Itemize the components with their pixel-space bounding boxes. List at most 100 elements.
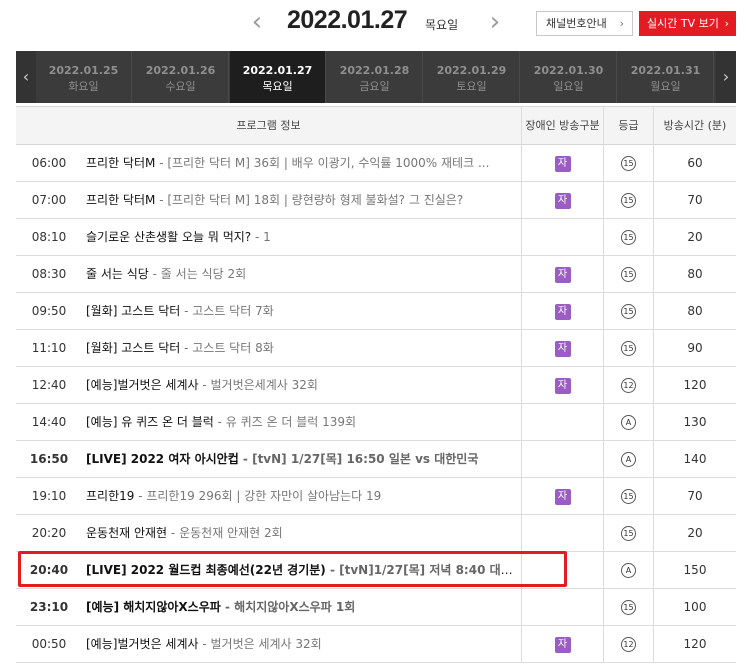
row-rating: A — [603, 441, 653, 478]
program-title[interactable]: 프리한 닥터M — [86, 156, 155, 170]
tab-date[interactable]: 2022.01.31 월요일 — [618, 51, 714, 103]
program-episode: - 프리한19 296회 | 강한 자만이 살아남는다 19 — [134, 489, 382, 503]
program-title[interactable]: [LIVE] 2022 월드컵 최종예선(22년 경기분) — [86, 563, 326, 577]
row-rating: 15 — [603, 182, 653, 219]
tabs-next-icon[interactable]: › — [716, 51, 736, 103]
program-title[interactable]: [예능]벌거벗은 세계사 — [86, 378, 199, 392]
tab-date-label: 2022.01.25 — [48, 64, 119, 77]
program-episode: - 벌거벗은세계사 32회 — [198, 378, 318, 392]
table-row[interactable]: 20:40 [LIVE] 2022 월드컵 최종예선(22년 경기분) - [tv… — [16, 552, 736, 589]
table-row[interactable]: 16:50 [LIVE] 2022 여자 아시안컵 - [tvN] 1/27[목]… — [16, 441, 736, 478]
table-row[interactable]: 06:00 프리한 닥터M - [프리한 닥터 M] 36회 | 배우 이광기, … — [16, 145, 736, 182]
chevron-left-icon[interactable]: ‹ — [246, 8, 268, 36]
program-title[interactable]: [월화] 고스트 닥터 — [86, 304, 180, 318]
row-program[interactable]: 프리한 닥터M - [프리한 닥터 M] 18회 | 량현량하 형제 불화설? … — [86, 182, 520, 219]
column-accessibility: 장애인 방송구분 — [521, 107, 603, 145]
program-episode: - [프리한 닥터 M] 18회 | 량현량하 형제 불화설? 그 진실은? — [155, 193, 464, 207]
table-row[interactable]: 12:40 [예능]벌거벗은 세계사 - 벌거벗은세계사 32회 자 12 120 — [16, 367, 736, 404]
row-duration: 150 — [653, 552, 736, 589]
chevron-right-icon: › — [724, 17, 729, 30]
tab-day-label: 수요일 — [165, 80, 196, 93]
row-program[interactable]: [월화] 고스트 닥터 - 고스트 닥터 7화 — [86, 293, 520, 330]
program-title[interactable]: 운동천재 안재현 — [86, 526, 167, 540]
row-accessibility: 자 — [521, 145, 603, 182]
chevron-right-icon[interactable]: › — [484, 8, 506, 36]
row-program[interactable]: 프리한 닥터M - [프리한 닥터 M] 36회 | 배우 이광기, 수익률 1… — [86, 145, 520, 182]
row-rating: 15 — [603, 256, 653, 293]
table-row[interactable]: 23:10 [예능] 해치지않아X스우파 - 해치지않아X스우파 1회 15 100 — [16, 589, 736, 626]
row-program[interactable]: [예능] 해치지않아X스우파 - 해치지않아X스우파 1회 — [86, 589, 520, 626]
tab-date-label: 2022.01.31 — [630, 64, 701, 77]
program-episode: - 고스트 닥터 8화 — [180, 341, 274, 355]
row-program[interactable]: 슬기로운 산촌생활 오늘 뭐 먹지? - 1 — [86, 219, 520, 256]
row-duration: 140 — [653, 441, 736, 478]
tab-day-label: 일요일 — [553, 80, 584, 93]
row-program[interactable]: [LIVE] 2022 월드컵 최종예선(22년 경기분) - [tvN]1/2… — [86, 552, 520, 589]
row-program[interactable]: 운동천재 안재현 - 운동천재 안재현 2회 — [86, 515, 520, 552]
tab-date[interactable]: 2022.01.30 일요일 — [521, 51, 617, 103]
tab-date-label: 2022.01.26 — [145, 64, 216, 77]
tab-date[interactable]: 2022.01.25 화요일 — [36, 51, 132, 103]
program-episode: - [tvN] 1/27[목] 16:50 일본 vs 대한민국 — [238, 452, 479, 466]
table-row[interactable]: 08:30 줄 서는 식당 - 줄 서는 식당 2회 자 15 80 — [16, 256, 736, 293]
tab-date[interactable]: 2022.01.26 수요일 — [133, 51, 229, 103]
row-time: 11:10 — [31, 341, 67, 355]
column-duration: 방송시간 (분) — [653, 107, 736, 145]
column-rating: 등급 — [603, 107, 653, 145]
program-title[interactable]: 프리한 닥터M — [86, 193, 155, 207]
table-row[interactable]: 00:50 [예능]벌거벗은 세계사 - 벌거벗은 세계사 32회 자 12 120 — [16, 626, 736, 663]
row-time: 00:50 — [31, 637, 67, 651]
table-row[interactable]: 08:10 슬기로운 산촌생활 오늘 뭐 먹지? - 1 15 20 — [16, 219, 736, 256]
table-row[interactable]: 20:20 운동천재 안재현 - 운동천재 안재현 2회 15 20 — [16, 515, 736, 552]
tab-day-label: 화요일 — [68, 80, 99, 93]
program-episode: - 줄 서는 식당 2회 — [148, 267, 247, 281]
channel-guide-label: 채널번호안내 — [546, 17, 607, 30]
tab-day-label: 금요일 — [359, 80, 390, 93]
rating-icon: A — [621, 452, 636, 467]
program-title[interactable]: 프리한19 — [86, 489, 134, 503]
row-accessibility — [521, 219, 603, 256]
table-row[interactable]: 19:10 프리한19 - 프리한19 296회 | 강한 자만이 살아남는다 1… — [16, 478, 736, 515]
row-rating: 15 — [603, 145, 653, 182]
channel-guide-button[interactable]: 채널번호안내 › — [536, 11, 633, 36]
table-row[interactable]: 07:00 프리한 닥터M - [프리한 닥터 M] 18회 | 량현량하 형제 … — [16, 182, 736, 219]
row-program[interactable]: [월화] 고스트 닥터 - 고스트 닥터 8화 — [86, 330, 520, 367]
tab-date[interactable]: 2022.01.28 금요일 — [327, 51, 423, 103]
row-accessibility — [521, 552, 603, 589]
row-program[interactable]: 줄 서는 식당 - 줄 서는 식당 2회 — [86, 256, 520, 293]
tab-date-label: 2022.01.29 — [436, 64, 507, 77]
program-episode: - 운동천재 안재현 2회 — [167, 526, 283, 540]
program-title[interactable]: [예능] 유 퀴즈 온 더 블럭 — [86, 415, 214, 429]
row-duration: 70 — [653, 478, 736, 515]
caption-badge-icon: 자 — [554, 192, 571, 209]
row-program[interactable]: [예능] 유 퀴즈 온 더 블럭 - 유 퀴즈 온 더 블럭 139회 — [86, 404, 520, 441]
row-rating: 12 — [603, 626, 653, 663]
row-duration: 20 — [653, 515, 736, 552]
program-title[interactable]: [예능] 해치지않아X스우파 — [86, 600, 221, 614]
live-tv-button[interactable]: 실시간 TV 보기 › — [639, 11, 736, 36]
row-program[interactable]: [예능]벌거벗은 세계사 - 벌거벗은세계사 32회 — [86, 367, 520, 404]
program-title[interactable]: 슬기로운 산촌생활 오늘 뭐 먹지? — [86, 230, 251, 244]
row-duration: 90 — [653, 330, 736, 367]
program-title[interactable]: [월화] 고스트 닥터 — [86, 341, 180, 355]
tab-date[interactable]: 2022.01.27 목요일 — [230, 51, 326, 103]
row-time: 19:10 — [31, 489, 67, 503]
rating-icon: 15 — [621, 230, 636, 245]
row-program[interactable]: [예능]벌거벗은 세계사 - 벌거벗은 세계사 32회 — [86, 626, 520, 663]
program-title[interactable]: [LIVE] 2022 여자 아시안컵 — [86, 452, 239, 466]
program-title[interactable]: 줄 서는 식당 — [86, 267, 149, 281]
program-title[interactable]: [예능]벌거벗은 세계사 — [86, 637, 199, 651]
table-row[interactable]: 14:40 [예능] 유 퀴즈 온 더 블럭 - 유 퀴즈 온 더 블럭 139회… — [16, 404, 736, 441]
tabs-prev-icon[interactable]: ‹ — [16, 51, 36, 103]
row-duration: 80 — [653, 293, 736, 330]
table-row[interactable]: 09:50 [월화] 고스트 닥터 - 고스트 닥터 7화 자 15 80 — [16, 293, 736, 330]
row-program[interactable]: 프리한19 - 프리한19 296회 | 강한 자만이 살아남는다 19 — [86, 478, 520, 515]
row-accessibility: 자 — [521, 293, 603, 330]
tab-date[interactable]: 2022.01.29 토요일 — [424, 51, 520, 103]
row-time: 14:40 — [31, 415, 67, 429]
table-row[interactable]: 11:10 [월화] 고스트 닥터 - 고스트 닥터 8화 자 15 90 — [16, 330, 736, 367]
row-time: 07:00 — [31, 193, 67, 207]
program-episode: - [tvN]1/27[목] 저녁 8:40 대한... — [325, 563, 520, 577]
row-program[interactable]: [LIVE] 2022 여자 아시안컵 - [tvN] 1/27[목] 16:5… — [86, 441, 520, 478]
row-rating: 15 — [603, 219, 653, 256]
